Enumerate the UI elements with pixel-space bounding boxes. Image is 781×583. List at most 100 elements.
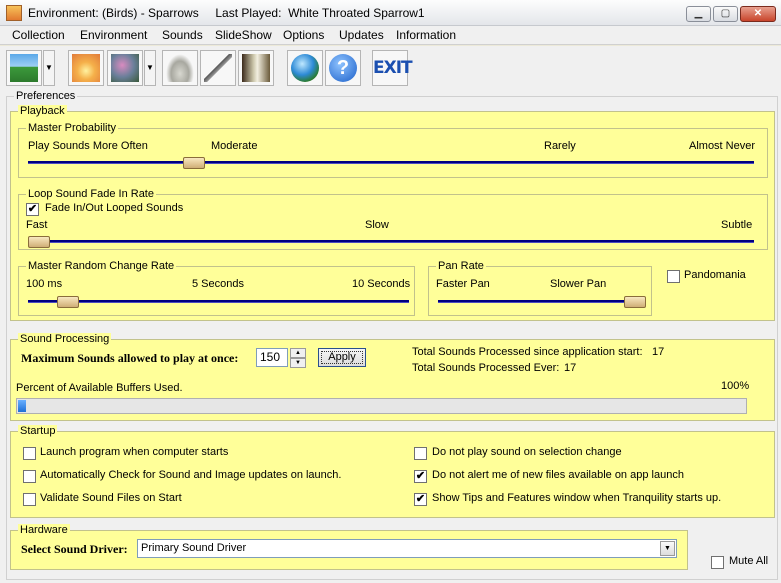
- random-slider-track[interactable]: [28, 300, 409, 303]
- max-sounds-label: Maximum Sounds allowed to play at once:: [21, 351, 239, 365]
- chevron-down-icon[interactable]: ▼: [660, 541, 675, 556]
- content-area: Preferences Playback Master Probability …: [0, 90, 781, 583]
- menu-sounds[interactable]: Sounds: [161, 28, 204, 42]
- exit-icon: EXIT: [373, 58, 413, 78]
- forest-button[interactable]: [238, 50, 274, 86]
- max-sounds-up-button[interactable]: ▲: [290, 348, 306, 358]
- slideshow-dropdown[interactable]: ▼: [144, 50, 156, 86]
- fade-label-slow: Slow: [365, 219, 389, 231]
- total-since-start-value: 17: [652, 346, 665, 358]
- mortar-pestle-icon: [166, 54, 194, 82]
- hardware-group: Hardware Select Sound Driver: Primary So…: [10, 524, 688, 570]
- sunset-icon: [72, 54, 100, 82]
- no-new-files-alert-label: Do not alert me of new files available o…: [432, 469, 684, 481]
- no-play-on-selection-checkbox[interactable]: [414, 447, 427, 460]
- random-label-100ms: 100 ms: [26, 278, 63, 290]
- auto-check-updates-label: Automatically Check for Sound and Image …: [40, 469, 342, 481]
- title-bar: Environment: (Birds) - Sparrows Last Pla…: [0, 0, 781, 26]
- fade-label-fast: Fast: [26, 219, 48, 231]
- mute-all-checkbox[interactable]: [711, 556, 724, 569]
- launch-on-start-checkbox[interactable]: [23, 447, 36, 460]
- buffers-percent-label: 100%: [721, 380, 750, 392]
- random-change-group: Master Random Change Rate 100 ms 5 Secon…: [18, 260, 415, 316]
- forest-icon: [242, 54, 270, 82]
- help-button[interactable]: ?: [325, 50, 361, 86]
- sound-processing-title: Sound Processing: [18, 333, 112, 345]
- master-probability-title: Master Probability: [26, 122, 119, 134]
- sound-driver-value: Primary Sound Driver: [141, 542, 247, 554]
- probability-label-almost-never: Almost Never: [689, 140, 756, 152]
- max-sounds-input[interactable]: 150: [256, 348, 288, 367]
- pandomania-checkbox[interactable]: [667, 270, 680, 283]
- sunset-image-button[interactable]: [68, 50, 104, 86]
- random-label-5s: 5 Seconds: [192, 278, 244, 290]
- pan-label-slower: Slower Pan: [550, 278, 607, 290]
- menu-information[interactable]: Information: [395, 28, 457, 42]
- sound-driver-label: Select Sound Driver:: [21, 542, 128, 556]
- probability-label-rarely: Rarely: [544, 140, 576, 152]
- pan-slider-thumb[interactable]: [624, 296, 646, 308]
- mute-all-label: Mute All: [729, 555, 769, 567]
- menu-updates[interactable]: Updates: [338, 28, 385, 42]
- sound-driver-select[interactable]: Primary Sound Driver ▼: [137, 539, 677, 558]
- random-slider-thumb[interactable]: [56, 296, 79, 308]
- help-icon: ?: [329, 54, 357, 82]
- fade-slider-track[interactable]: [28, 240, 754, 243]
- maximize-button[interactable]: ▢: [713, 6, 738, 22]
- startup-group: Startup Launch program when computer sta…: [10, 425, 775, 518]
- exit-button[interactable]: EXIT: [372, 50, 413, 86]
- total-since-start-label: Total Sounds Processed since application…: [412, 346, 643, 358]
- validate-files-label: Validate Sound Files on Start: [40, 492, 182, 504]
- environment-dropdown[interactable]: ▼: [43, 50, 55, 86]
- fade-slider-thumb[interactable]: [28, 236, 50, 248]
- mortar-button[interactable]: [162, 50, 198, 86]
- apply-button[interactable]: Apply: [318, 348, 366, 367]
- menu-bar: Collection Environment Sounds SlideShow …: [0, 26, 781, 45]
- menu-slideshow[interactable]: SlideShow: [214, 28, 273, 42]
- buffers-progress-bar: [16, 398, 747, 414]
- fade-looped-checkbox[interactable]: ✔: [26, 203, 39, 216]
- slideshow-button[interactable]: [107, 50, 143, 86]
- show-tips-label: Show Tips and Features window when Tranq…: [432, 492, 722, 504]
- probability-slider-track[interactable]: [28, 161, 754, 164]
- window-title: Environment: (Birds) - Sparrows Last Pla…: [28, 6, 425, 20]
- fade-looped-label: Fade In/Out Looped Sounds: [45, 202, 184, 214]
- close-button[interactable]: ✕: [740, 6, 776, 22]
- menu-environment[interactable]: Environment: [79, 28, 148, 42]
- flowers-icon: [111, 54, 139, 82]
- probability-slider-thumb[interactable]: [182, 157, 205, 169]
- pandomania-label: Pandomania: [684, 269, 746, 281]
- probability-label-moderate: Moderate: [211, 140, 258, 152]
- buffers-label: Percent of Available Buffers Used.: [16, 382, 183, 394]
- hardware-title: Hardware: [18, 524, 70, 536]
- globe-icon: [291, 54, 319, 82]
- menu-options[interactable]: Options: [282, 28, 325, 42]
- total-ever-value: 17: [564, 362, 577, 374]
- auto-check-updates-checkbox[interactable]: [23, 470, 36, 483]
- wrench-icon: [204, 54, 232, 82]
- pan-label-faster: Faster Pan: [436, 278, 490, 290]
- playback-group: Playback Master Probability Play Sounds …: [10, 105, 775, 321]
- show-tips-checkbox[interactable]: ✔: [414, 493, 427, 506]
- menu-collection[interactable]: Collection: [11, 28, 66, 42]
- launch-on-start-label: Launch program when computer starts: [40, 446, 229, 458]
- startup-title: Startup: [18, 425, 58, 437]
- tools-button[interactable]: [200, 50, 236, 86]
- max-sounds-down-button[interactable]: ▼: [290, 358, 306, 368]
- sound-processing-group: Sound Processing Maximum Sounds allowed …: [10, 333, 775, 421]
- fade-label-subtle: Subtle: [721, 219, 753, 231]
- no-play-on-selection-label: Do not play sound on selection change: [432, 446, 622, 458]
- master-probability-group: Master Probability Play Sounds More Ofte…: [18, 122, 768, 178]
- pan-rate-title: Pan Rate: [436, 260, 486, 272]
- no-new-files-alert-checkbox[interactable]: ✔: [414, 470, 427, 483]
- buffers-progress-fill: [18, 400, 26, 412]
- playback-title: Playback: [18, 105, 67, 117]
- minimize-button[interactable]: ▁: [686, 6, 711, 22]
- pan-slider-track[interactable]: [438, 300, 646, 303]
- loop-fade-title: Loop Sound Fade In Rate: [26, 188, 156, 200]
- web-button[interactable]: [287, 50, 323, 86]
- environment-button[interactable]: [6, 50, 42, 86]
- app-icon: [6, 5, 22, 21]
- validate-files-checkbox[interactable]: [23, 493, 36, 506]
- loop-fade-group: Loop Sound Fade In Rate ✔ Fade In/Out Lo…: [18, 188, 768, 250]
